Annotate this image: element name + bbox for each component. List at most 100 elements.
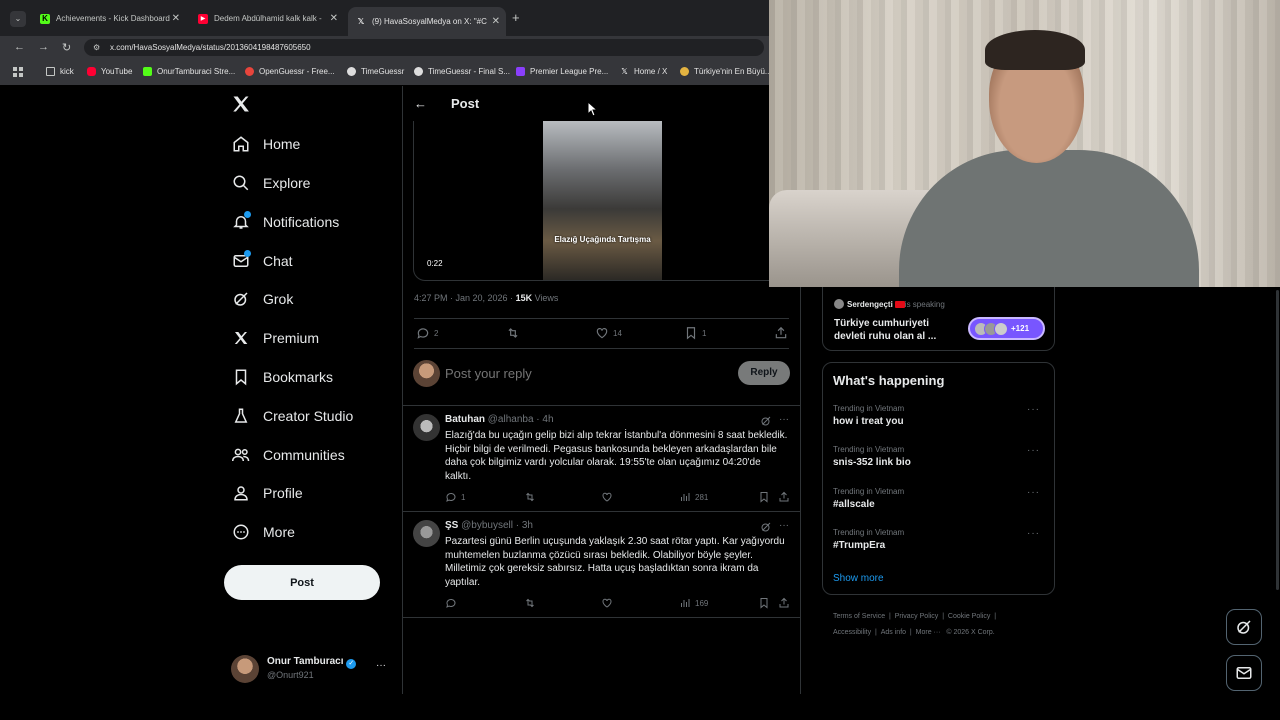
trend-item[interactable]: Trending in Vietnam #allscale ··· [823, 487, 1054, 525]
bookmark-item[interactable]: TimeGuessr - Final S... [414, 67, 510, 76]
site-info-icon[interactable]: ⚙ [93, 39, 100, 56]
reply-input[interactable] [445, 364, 715, 382]
bookmark-item[interactable]: OpenGuessr - Free... [245, 67, 335, 76]
sidebar-item-notifications[interactable]: Notifications [230, 207, 339, 237]
trend-item[interactable]: Trending in Vietnam how i treat you ··· [823, 404, 1054, 442]
tab-search-button[interactable]: ⌄ [10, 11, 26, 27]
live-space-card[interactable]: Serdengeçti is speaking Türkiye cumhuriy… [822, 287, 1055, 351]
more-icon[interactable]: ··· [1027, 445, 1040, 456]
browser-tab-active[interactable]: 𝕏 (9) HavaSosyalMedya on X: "#C ✕ [348, 7, 506, 36]
webcam-overlay [769, 0, 1280, 287]
bookmark-action[interactable]: 1 [684, 326, 706, 340]
share-icon[interactable] [778, 491, 790, 503]
messages-floating-button[interactable] [1226, 655, 1262, 691]
bookmark-item[interactable]: TimeGuessr [347, 67, 404, 76]
bookmark-icon[interactable] [758, 491, 770, 503]
trend-item[interactable]: Trending in Vietnam #TrumpEra ··· [823, 528, 1054, 566]
views-action[interactable]: 281 [679, 491, 708, 503]
footer-link[interactable]: Terms of Service [833, 613, 885, 620]
sidebar-item-creator-studio[interactable]: Creator Studio [230, 401, 353, 431]
x-favicon-icon: 𝕏 [357, 16, 365, 26]
reply-author[interactable]: ŞS [445, 520, 458, 531]
like-action[interactable]: 14 [595, 326, 622, 340]
bookmark-item[interactable]: kick [46, 67, 74, 76]
heart-icon[interactable] [601, 597, 613, 609]
share-icon[interactable] [778, 597, 790, 609]
grok-icon[interactable] [760, 521, 772, 533]
account-switcher[interactable]: Onur Tamburacı ✓ @Onurt921 ··· [231, 654, 391, 684]
retweet-icon[interactable] [524, 597, 536, 609]
bookmark-label: Türkiye'nin En Büyü... [694, 67, 772, 76]
bookmark-item[interactable]: Premier League Pre... [516, 67, 608, 76]
user-name: Onur Tamburacı ✓ [267, 656, 357, 669]
close-icon[interactable]: ✕ [172, 13, 180, 24]
address-bar[interactable]: ⚙ x.com/HavaSosyalMedya/status/201360419… [84, 39, 764, 56]
x-logo-icon[interactable] [231, 94, 251, 114]
share-icon[interactable] [774, 326, 788, 340]
reply-button[interactable]: Reply [738, 361, 790, 385]
folder-icon [46, 67, 55, 76]
heart-icon[interactable] [601, 491, 613, 503]
browser-tab[interactable]: ▶ Dedem Abdülhamid kalk kalk - ✕ [190, 7, 344, 30]
bookmark-icon[interactable] [758, 597, 770, 609]
bookmark-item[interactable]: Türkiye'nin En Büyü... [680, 67, 772, 76]
sidebar-item-chat[interactable]: Chat [230, 246, 293, 276]
more-icon[interactable]: ··· [1027, 487, 1040, 498]
sidebar-item-bookmarks[interactable]: Bookmarks [230, 362, 333, 392]
retweet-action[interactable] [506, 326, 520, 340]
back-icon[interactable]: ← [14, 41, 25, 53]
post-button[interactable]: Post [224, 565, 380, 600]
footer-link[interactable]: More ··· [916, 629, 941, 636]
show-more-link[interactable]: Show more [833, 573, 884, 584]
reply-action[interactable]: 2 [416, 326, 438, 340]
view-count: 169 [695, 598, 709, 608]
bookmark-item[interactable]: OnurTamburaci Stre... [143, 67, 235, 76]
sidebar-item-label: Home [263, 136, 301, 152]
reply-icon[interactable] [445, 597, 457, 609]
more-icon[interactable]: ··· [779, 414, 789, 425]
grok-icon[interactable] [760, 415, 772, 427]
listeners-pill[interactable]: +121 [968, 317, 1045, 340]
space-status: is speaking [904, 299, 945, 309]
new-tab-button[interactable]: + [512, 10, 520, 25]
more-icon[interactable]: ··· [376, 660, 386, 671]
views-action[interactable]: 169 [679, 597, 708, 609]
scrollbar[interactable] [1276, 290, 1279, 590]
retweet-icon[interactable] [524, 491, 536, 503]
sidebar-item-more[interactable]: More [230, 517, 295, 547]
sidebar-item-home[interactable]: Home [230, 129, 300, 159]
footer-link[interactable]: Ads info [881, 629, 906, 636]
bookmark-item[interactable]: 𝕏 Home / X [620, 67, 667, 76]
back-arrow-icon[interactable]: ← [414, 96, 427, 111]
sidebar-item-premium[interactable]: Premium [230, 323, 319, 353]
sidebar-item-profile[interactable]: Profile [230, 478, 303, 508]
close-icon[interactable]: ✕ [330, 13, 338, 24]
grok-floating-button[interactable] [1226, 609, 1262, 645]
more-icon[interactable]: ··· [1027, 404, 1040, 415]
post-timestamp[interactable]: 4:27 PM · Jan 20, 2026 · [414, 293, 516, 303]
sidebar-item-explore[interactable]: Explore [230, 168, 310, 198]
browser-tab[interactable]: K Achievements - Kick Dashboard ✕ [32, 7, 186, 30]
footer-link[interactable]: Privacy Policy [895, 613, 939, 620]
video-player[interactable]: Elazığ Uçağında Tartışma 0:22 [413, 121, 769, 281]
views-label: Views [532, 293, 559, 303]
mail-icon [1236, 667, 1252, 679]
footer-link[interactable]: Cookie Policy [948, 613, 990, 620]
apps-icon[interactable] [13, 67, 23, 77]
reply-actions: 169 [445, 596, 791, 610]
reply-tweet[interactable]: Batuhan @alhanba · 4h ··· Elazığ'da bu u… [403, 406, 800, 510]
reply-action[interactable]: 1 [445, 491, 465, 503]
reload-icon[interactable]: ↻ [62, 41, 71, 54]
forward-icon[interactable]: → [38, 41, 49, 53]
reply-author[interactable]: Batuhan [445, 414, 485, 425]
close-icon[interactable]: ✕ [492, 16, 500, 27]
sidebar-item-communities[interactable]: Communities [230, 440, 345, 470]
reply-tweet[interactable]: ŞS @bybuysell · 3h ··· Pazartesi günü Be… [403, 512, 800, 616]
bookmark-item[interactable]: YouTube [87, 67, 132, 76]
more-icon[interactable]: ··· [779, 520, 789, 531]
bookmark-label: Home / X [634, 67, 668, 76]
footer-link[interactable]: Accessibility [833, 629, 871, 636]
more-icon[interactable]: ··· [1027, 528, 1040, 539]
trend-item[interactable]: Trending in Vietnam snis-352 link bio ··… [823, 445, 1054, 483]
sidebar-item-grok[interactable]: Grok [230, 284, 293, 314]
